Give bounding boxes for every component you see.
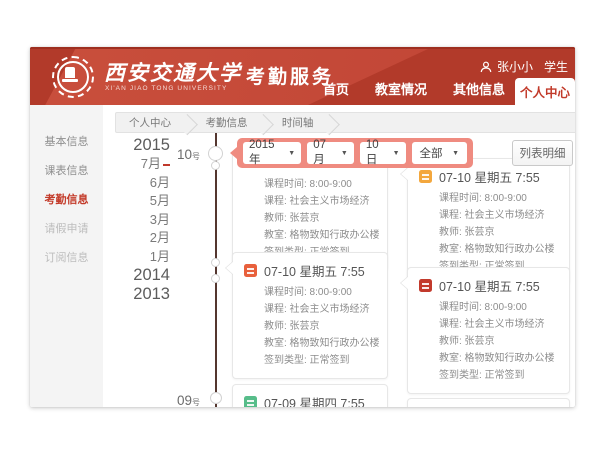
timeline-node-small-2 xyxy=(211,258,220,267)
attendance-card-header: 07-10 星期五 7:55 xyxy=(419,167,561,186)
sidebar: 基本信息 课表信息 考勤信息 请假申请 订阅信息 xyxy=(30,105,103,407)
attendance-status-icon xyxy=(244,264,257,277)
attendance-card-title: 07-10 星期五 7:55 xyxy=(439,167,540,186)
university-name-en: XI'AN JIAO TONG UNIVERSITY xyxy=(105,85,227,92)
app-header: 西安交通大学 XI'AN JIAO TONG UNIVERSITY 考勤服务 张… xyxy=(30,47,575,105)
nav-home[interactable]: 首页 xyxy=(323,79,349,98)
user-name: 张小小 xyxy=(497,58,533,75)
attendance-card-details: 课程时间: 8:00-9:00 课程: 社会主义市场经济 教师: 张芸京 教室:… xyxy=(439,190,561,275)
timeline-year-2013[interactable]: 2013 xyxy=(122,285,170,304)
attendance-card-header: 07-09 星期四 7:55 xyxy=(244,393,379,407)
user-info[interactable]: 张小小 学生 xyxy=(480,58,568,75)
attendance-card-title: 07-10 星期五 7:55 xyxy=(264,261,365,280)
timeline-year-month-list: 2015 7月 6月 5月 3月 2月 1月 2014 2013 xyxy=(122,136,170,304)
attendance-card-details: 课程时间: 8:00-9:00 课程: 社会主义市场经济 教师: 张芸京 教室:… xyxy=(439,299,561,384)
timeline-month-jun[interactable]: 6月 xyxy=(122,174,170,193)
attendance-card-title: 07-10 星期五 7:55 xyxy=(439,276,540,295)
app-window: 西安交通大学 XI'AN JIAO TONG UNIVERSITY 考勤服务 张… xyxy=(30,47,575,407)
breadcrumb-attendance-info[interactable]: 考勤信息 xyxy=(192,114,264,133)
chevron-down-icon: ▼ xyxy=(341,150,348,157)
attendance-card-header: 07-10 星期五 7:55 xyxy=(419,276,561,295)
sidebar-item-basic-info[interactable]: 基本信息 xyxy=(30,128,103,157)
timeline-month-jul-selected[interactable]: 7月 xyxy=(122,155,170,174)
user-role: 学生 xyxy=(544,58,568,75)
day-dropdown[interactable]: 10日▼ xyxy=(360,142,406,164)
breadcrumb: 个人中心 考勤信息 时间轴 xyxy=(115,112,575,133)
attendance-card-6-partial xyxy=(407,398,570,407)
timeline-month-mar[interactable]: 3月 xyxy=(122,211,170,230)
nav-classrooms[interactable]: 教室情况 xyxy=(375,79,427,98)
chevron-down-icon: ▼ xyxy=(393,150,400,157)
attendance-card-2: 07-10 星期五 7:55 课程时间: 8:00-9:00 课程: 社会主义市… xyxy=(407,158,570,285)
sidebar-item-attendance-info[interactable]: 考勤信息 xyxy=(30,186,103,215)
timeline-axis xyxy=(215,133,217,407)
timeline-node-day09 xyxy=(210,392,222,404)
timeline-node-small-1 xyxy=(211,161,220,170)
attendance-card-details: 课程时间: 8:00-9:00 课程: 社会主义市场经济 教师: 张芸京 教室:… xyxy=(264,176,379,261)
sidebar-item-leave-request[interactable]: 请假申请 xyxy=(30,215,103,244)
university-logo-emblem xyxy=(65,67,75,78)
timeline-year-2015[interactable]: 2015 xyxy=(122,136,170,155)
timeline-node-small-3 xyxy=(211,274,220,283)
page-title: 考勤服务 xyxy=(246,62,334,89)
date-filter-bar: 2015年▼ 07月▼ 10日▼ 全部▼ xyxy=(237,138,473,168)
attendance-status-icon xyxy=(244,396,257,407)
breadcrumb-personal-center[interactable]: 个人中心 xyxy=(116,114,188,133)
year-dropdown[interactable]: 2015年▼ xyxy=(243,142,301,164)
university-logo xyxy=(52,56,94,98)
selected-month-tick xyxy=(163,164,170,166)
list-detail-button[interactable]: 列表明细 xyxy=(512,140,573,166)
main-nav: 首页 教室情况 其他信息 xyxy=(323,79,505,98)
timeline-day-09-label: 09号 xyxy=(177,393,200,407)
attendance-card-title: 07-09 星期四 7:55 xyxy=(264,393,365,407)
chevron-down-icon: ▼ xyxy=(288,150,295,157)
attendance-card-5: 07-09 星期四 7:55 xyxy=(232,384,388,407)
timeline-node-day10 xyxy=(208,146,223,161)
timeline-month-feb[interactable]: 2月 xyxy=(122,229,170,248)
chevron-down-icon: ▼ xyxy=(452,150,459,157)
timeline-year-2014[interactable]: 2014 xyxy=(122,266,170,285)
page: 西安交通大学 XI'AN JIAO TONG UNIVERSITY 考勤服务 张… xyxy=(0,0,600,450)
breadcrumb-timeline[interactable]: 时间轴 xyxy=(269,114,331,133)
attendance-status-icon xyxy=(419,279,432,292)
attendance-card-header: 07-10 星期五 7:55 xyxy=(244,261,379,280)
nav-personal-center-active-tab[interactable]: 个人中心 xyxy=(515,78,575,105)
user-icon xyxy=(480,61,492,73)
attendance-card-4: 07-10 星期五 7:55 课程时间: 8:00-9:00 课程: 社会主义市… xyxy=(407,267,570,394)
timeline-month-jan[interactable]: 1月 xyxy=(122,248,170,267)
sidebar-item-subscription-info[interactable]: 订阅信息 xyxy=(30,244,103,273)
university-logo-base xyxy=(62,79,78,82)
attendance-status-icon xyxy=(419,170,432,183)
type-dropdown[interactable]: 全部▼ xyxy=(412,142,467,164)
attendance-card-details: 课程时间: 8:00-9:00 课程: 社会主义市场经济 教师: 张芸京 教室:… xyxy=(264,284,379,369)
nav-other-info[interactable]: 其他信息 xyxy=(453,79,505,98)
attendance-card-3: 07-10 星期五 7:55 课程时间: 8:00-9:00 课程: 社会主义市… xyxy=(232,252,388,379)
month-dropdown[interactable]: 07月▼ xyxy=(307,142,354,164)
timeline-day-10-label: 10号 xyxy=(177,147,200,162)
university-name: 西安交通大学 xyxy=(104,57,242,87)
timeline-month-may[interactable]: 5月 xyxy=(122,192,170,211)
sidebar-item-schedule-info[interactable]: 课表信息 xyxy=(30,157,103,186)
